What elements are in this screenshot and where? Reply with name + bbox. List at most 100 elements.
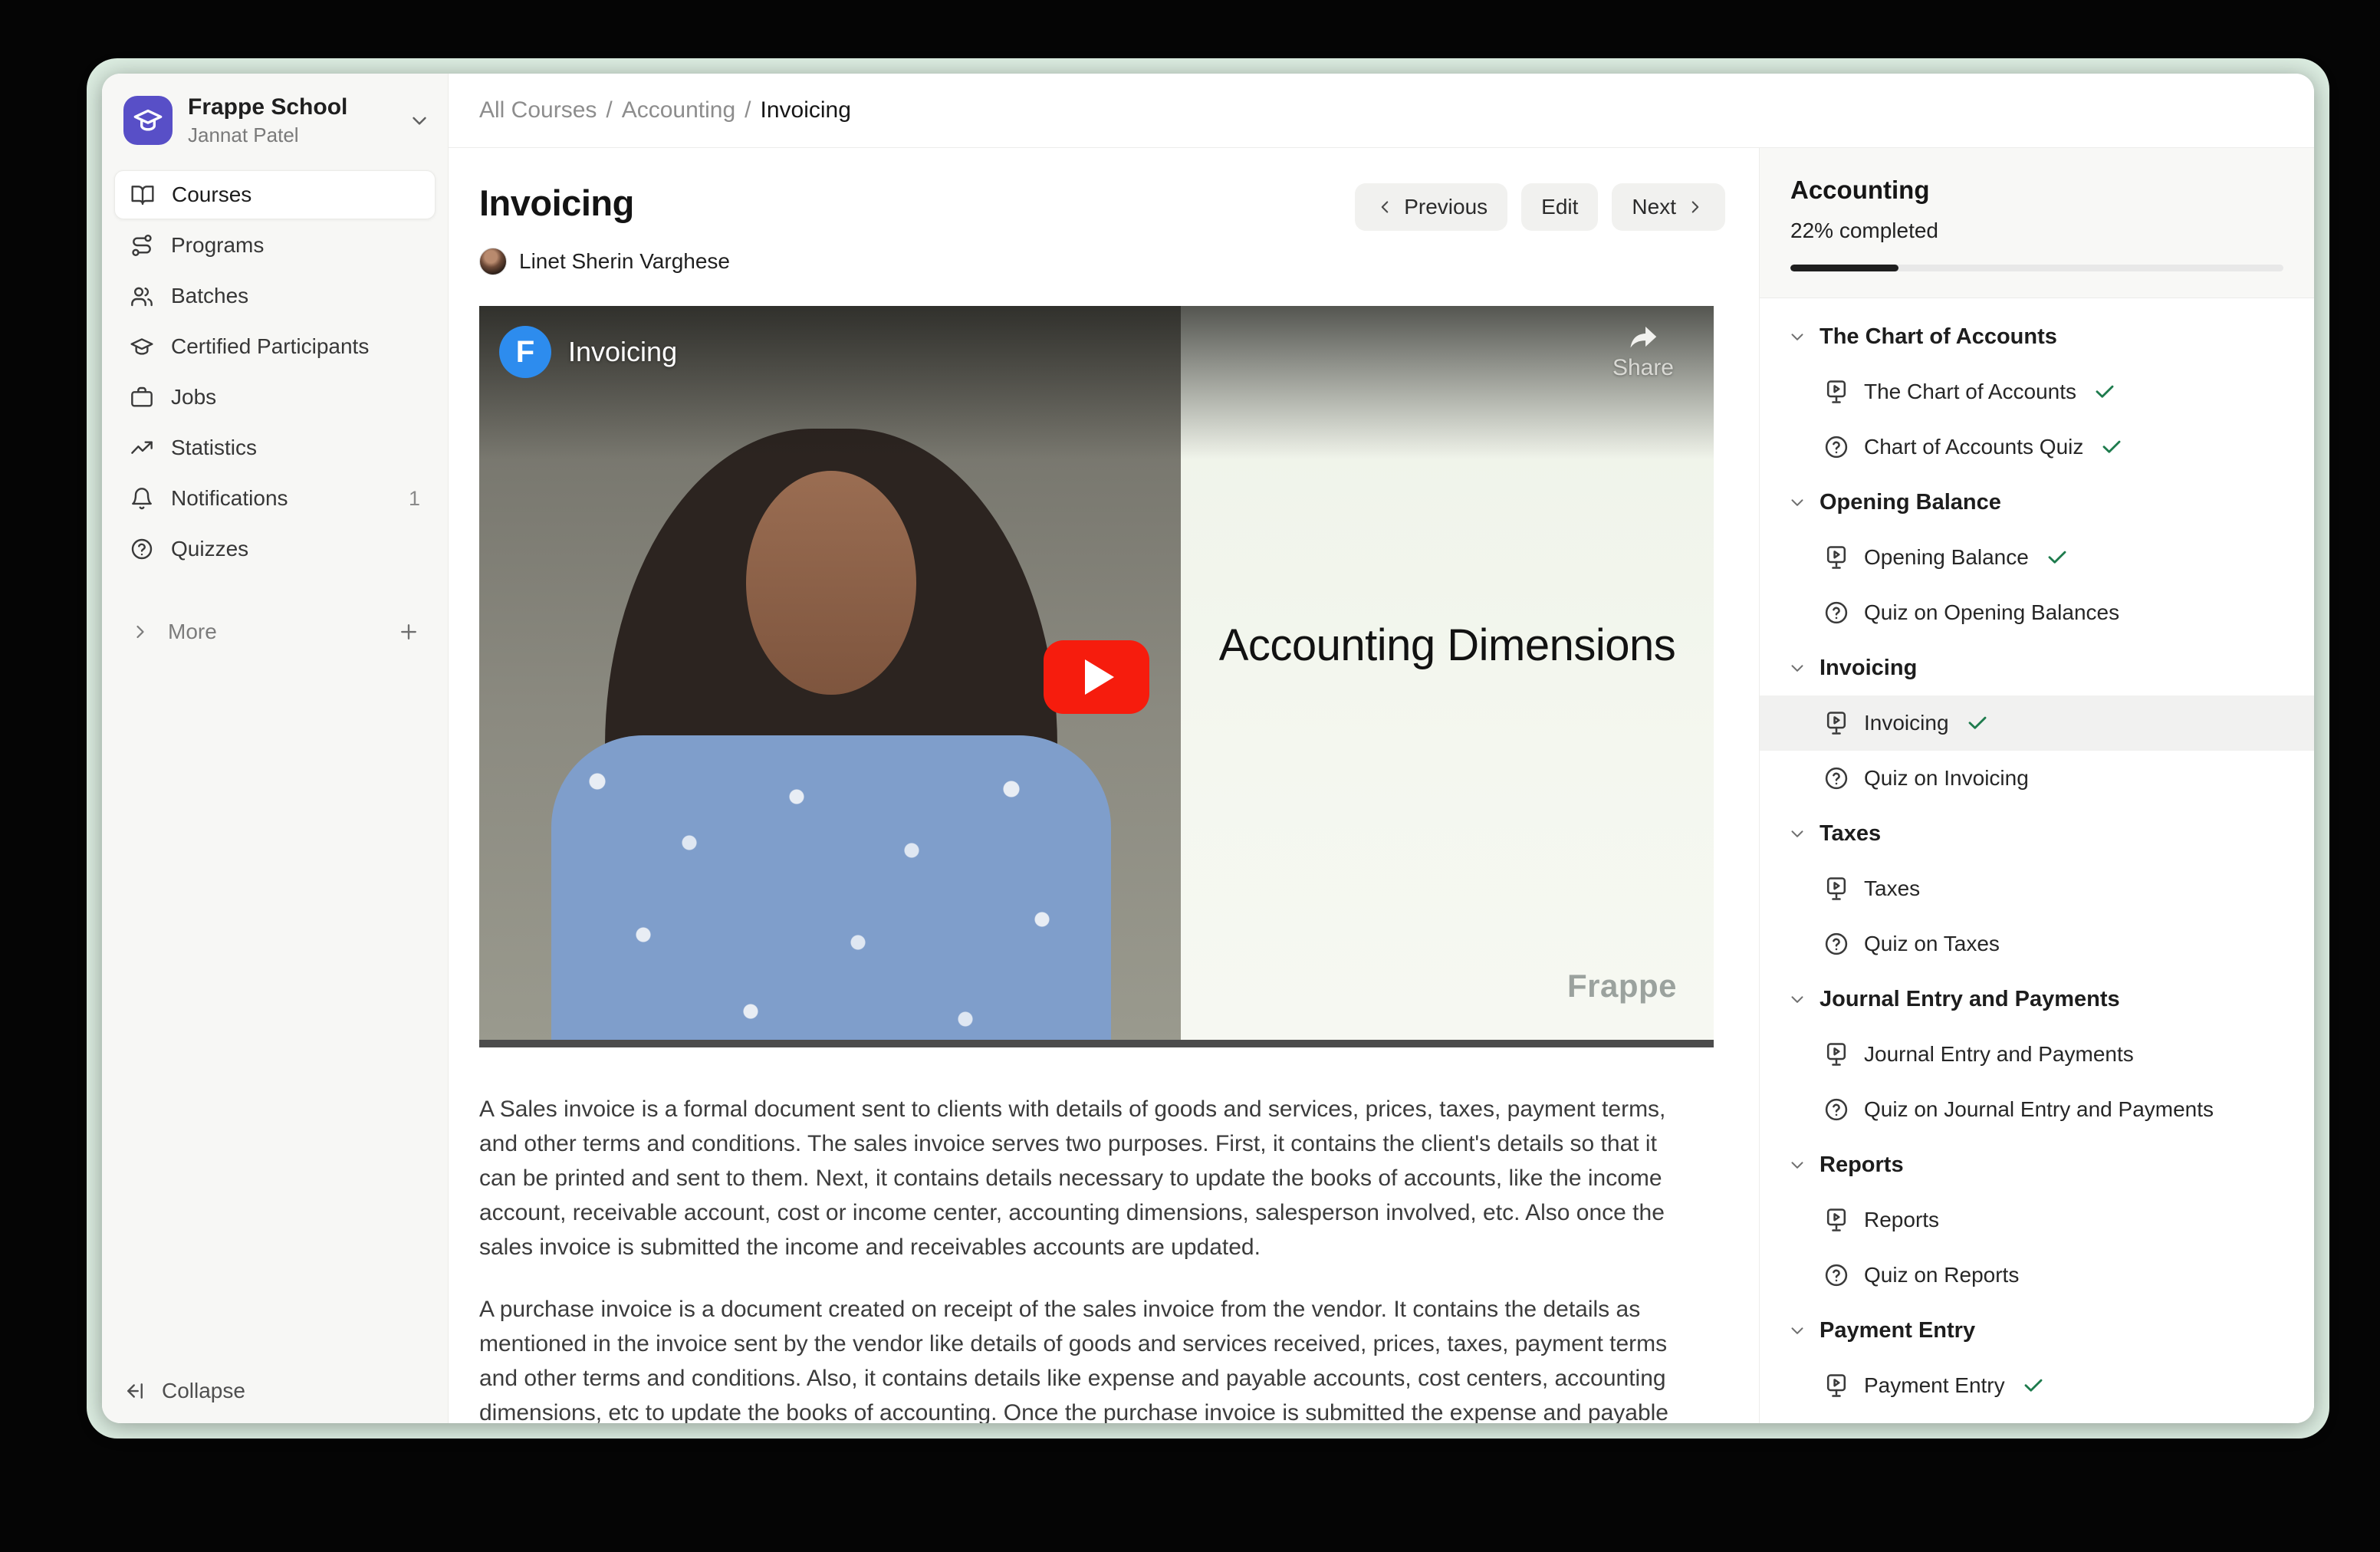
quiz-icon: [1823, 1096, 1850, 1123]
sidebar-item-label: Batches: [171, 284, 248, 308]
outline-chapter-taxes[interactable]: Taxes: [1760, 806, 2314, 861]
edit-button[interactable]: Edit: [1521, 183, 1598, 231]
author-row: Linet Sherin Varghese: [479, 248, 1725, 275]
chapter-title: The Chart of Accounts: [1820, 324, 2057, 350]
video-lesson-icon: [1823, 1206, 1850, 1234]
breadcrumb-all-courses[interactable]: All Courses: [479, 97, 597, 123]
lesson-nav-actions: Previous Edit Next: [1355, 183, 1725, 231]
paragraph: A Sales invoice is a formal document sen…: [479, 1092, 1691, 1264]
next-button[interactable]: Next: [1612, 183, 1725, 231]
outline-chapter-chart-of-accounts[interactable]: The Chart of Accounts: [1760, 309, 2314, 364]
outline-chapter-reports[interactable]: Reports: [1760, 1137, 2314, 1192]
sidebar-collapse-button[interactable]: Collapse: [123, 1379, 245, 1403]
sidebar-item-statistics[interactable]: Statistics: [114, 423, 436, 472]
check-icon: [2100, 436, 2123, 459]
workspace: All Courses / Accounting / Invoicing Inv…: [449, 74, 2314, 1423]
lesson-title: Taxes: [1864, 876, 1920, 901]
outline-lesson[interactable]: Payment Entry: [1760, 1358, 2314, 1413]
chapter-title: Taxes: [1820, 821, 1881, 847]
lesson-title: Chart of Accounts Quiz: [1864, 435, 2083, 459]
video-share-button[interactable]: Share: [1612, 323, 1674, 381]
outline-lesson[interactable]: Opening Balance: [1760, 530, 2314, 585]
progress-fill: [1790, 265, 1898, 271]
outline-lesson-current[interactable]: Invoicing: [1760, 695, 2314, 751]
course-progress-header: Accounting 22% completed: [1760, 148, 2314, 298]
video-lesson-icon: [1823, 544, 1850, 571]
outline-chapter-invoicing[interactable]: Invoicing: [1760, 640, 2314, 695]
sidebar-item-label: Jobs: [171, 385, 216, 409]
video-title[interactable]: Invoicing: [568, 336, 677, 368]
sidebar-item-notifications[interactable]: Notifications 1: [114, 474, 436, 523]
outline-lesson[interactable]: Quiz on Invoicing: [1760, 751, 2314, 806]
outline-lesson[interactable]: Journal Entry and Payments: [1760, 1027, 2314, 1082]
sidebar-item-certified-participants[interactable]: Certified Participants: [114, 322, 436, 371]
brand-text: Frappe School Jannat Patel: [188, 94, 393, 147]
add-button[interactable]: [397, 620, 420, 643]
course-title: Accounting: [1790, 176, 2283, 205]
speaker-shirt: [551, 735, 1111, 1047]
check-icon: [2093, 380, 2116, 403]
plus-icon: [397, 620, 420, 643]
outline-lesson[interactable]: Quiz on Opening Balances: [1760, 585, 2314, 640]
course-outline: The Chart of Accounts The Chart of Accou…: [1760, 298, 2314, 1423]
route-icon: [130, 233, 154, 258]
course-outline-panel: Accounting 22% completed The Chart of Ac…: [1759, 148, 2314, 1423]
outline-lesson[interactable]: Quiz on Reports: [1760, 1248, 2314, 1303]
outline-lesson[interactable]: Quiz on Taxes: [1760, 916, 2314, 972]
breadcrumb-accounting[interactable]: Accounting: [622, 97, 735, 123]
collapse-label: Collapse: [162, 1379, 245, 1403]
lesson-title: Reports: [1864, 1208, 1939, 1232]
video-lesson-icon: [1823, 1372, 1850, 1399]
previous-button[interactable]: Previous: [1355, 183, 1507, 231]
chapter-title: Reports: [1820, 1152, 1904, 1178]
collapse-sidebar-icon: [123, 1379, 146, 1402]
sidebar-item-jobs[interactable]: Jobs: [114, 373, 436, 422]
sidebar-item-courses[interactable]: Courses: [114, 170, 436, 219]
lesson-title: Quiz on Reports: [1864, 1263, 2019, 1287]
next-label: Next: [1632, 195, 1676, 219]
video-progress-bar[interactable]: [479, 1040, 1714, 1047]
notifications-count-badge: 1: [409, 487, 420, 511]
previous-label: Previous: [1404, 195, 1488, 219]
brand-name: Frappe School: [188, 94, 393, 121]
video-lesson-icon: [1823, 378, 1850, 406]
outline-lesson[interactable]: Taxes: [1760, 861, 2314, 916]
outline-chapter-journal-entry[interactable]: Journal Entry and Payments: [1760, 972, 2314, 1027]
check-icon: [2022, 1374, 2045, 1397]
paragraph: A purchase invoice is a document created…: [479, 1292, 1691, 1423]
youtube-play-button[interactable]: [1044, 640, 1149, 714]
sidebar-item-label: Quizzes: [171, 537, 248, 561]
lesson-title: Journal Entry and Payments: [1864, 1042, 2134, 1067]
frappe-school-logo: [123, 96, 173, 145]
help-circle-icon: [130, 537, 154, 561]
sidebar-item-batches[interactable]: Batches: [114, 271, 436, 321]
sidebar-more-toggle[interactable]: More: [114, 607, 436, 656]
outline-lesson[interactable]: Chart of Accounts Quiz: [1760, 419, 2314, 475]
lesson-title: Quiz on Taxes: [1864, 932, 2000, 956]
check-icon: [1966, 712, 1989, 735]
lesson-body: A Sales invoice is a formal document sen…: [479, 1092, 1691, 1423]
outline-lesson[interactable]: Quiz on Journal Entry and Payments: [1760, 1082, 2314, 1137]
share-label: Share: [1612, 355, 1674, 381]
video-player[interactable]: Accounting Dimensions Frappe F Invoicing: [479, 306, 1714, 1047]
chapter-title: Invoicing: [1820, 656, 1917, 681]
chevron-down-icon: [1787, 658, 1807, 678]
course-progress-text: 22% completed: [1790, 219, 2283, 243]
sidebar-item-label: Statistics: [171, 436, 257, 460]
outline-lesson[interactable]: Reports: [1760, 1192, 2314, 1248]
brand-user: Jannat Patel: [188, 123, 393, 147]
quiz-icon: [1823, 930, 1850, 958]
sidebar-item-programs[interactable]: Programs: [114, 221, 436, 270]
outline-chapter-opening-balance[interactable]: Opening Balance: [1760, 475, 2314, 530]
frappe-watermark: Frappe: [1567, 968, 1677, 1005]
sidebar-item-quizzes[interactable]: Quizzes: [114, 524, 436, 574]
lesson-title: Quiz on Opening Balances: [1864, 600, 2119, 625]
author-avatar: [479, 248, 507, 275]
workspace-switcher[interactable]: Frappe School Jannat Patel: [102, 74, 448, 163]
page-title: Invoicing: [479, 182, 634, 225]
lesson-title: Quiz on Journal Entry and Payments: [1864, 1097, 2214, 1122]
video-lesson-icon: [1823, 709, 1850, 737]
outline-chapter-payment-entry[interactable]: Payment Entry: [1760, 1303, 2314, 1358]
video-channel-avatar[interactable]: F: [499, 326, 551, 378]
outline-lesson[interactable]: The Chart of Accounts: [1760, 364, 2314, 419]
